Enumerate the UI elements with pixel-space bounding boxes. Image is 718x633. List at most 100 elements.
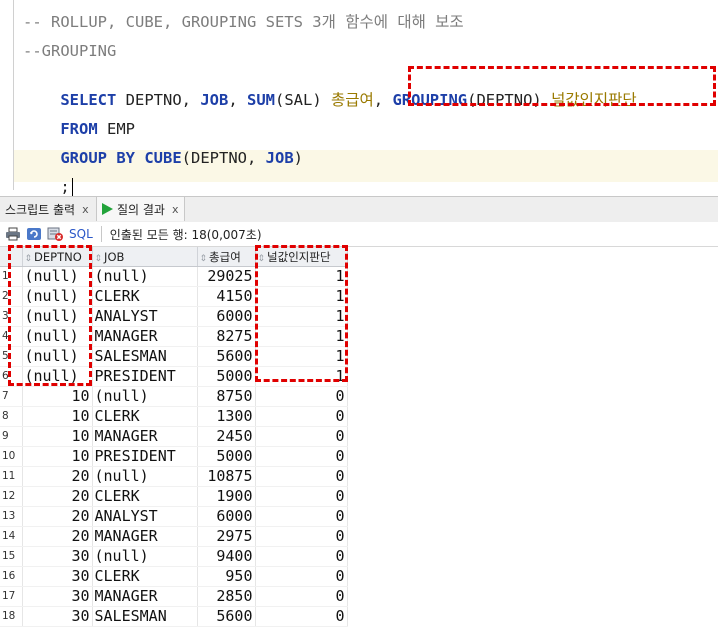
cell-total-salary[interactable]: 6000	[197, 506, 256, 527]
row-number[interactable]: 12	[0, 486, 23, 507]
cell-job[interactable]: (null)	[92, 466, 198, 487]
cell-deptno[interactable]: (null)	[22, 266, 93, 287]
cell-deptno[interactable]: 30	[22, 566, 93, 587]
cell-null-check[interactable]: 1	[255, 286, 348, 307]
cell-deptno[interactable]: 30	[22, 586, 93, 607]
cell-deptno[interactable]: 10	[22, 446, 93, 467]
table-row[interactable]: 1 (null) (null) 29025 1	[0, 266, 348, 287]
table-row[interactable]: 2 (null) CLERK 4150 1	[0, 286, 348, 307]
cell-null-check[interactable]: 0	[255, 526, 348, 547]
cell-deptno[interactable]: (null)	[22, 346, 93, 367]
cell-null-check[interactable]: 0	[255, 386, 348, 407]
table-row[interactable]: 10 10 PRESIDENT 5000 0	[0, 446, 348, 467]
cell-null-check[interactable]: 0	[255, 606, 348, 627]
cell-deptno[interactable]: 30	[22, 546, 93, 567]
table-row[interactable]: 11 20 (null) 10875 0	[0, 466, 348, 487]
tab-query-result[interactable]: 질의 결과 x	[96, 197, 185, 221]
row-number[interactable]: 6	[0, 366, 23, 387]
cell-job[interactable]: PRESIDENT	[92, 446, 198, 467]
table-row[interactable]: 13 20 ANALYST 6000 0	[0, 506, 348, 527]
cell-deptno[interactable]: (null)	[22, 286, 93, 307]
cell-job[interactable]: ANALYST	[92, 306, 198, 327]
cell-job[interactable]: (null)	[92, 386, 198, 407]
cell-deptno[interactable]: 10	[22, 426, 93, 447]
cell-deptno[interactable]: 20	[22, 526, 93, 547]
table-row[interactable]: 6 (null) PRESIDENT 5000 1	[0, 366, 348, 387]
cell-total-salary[interactable]: 2850	[197, 586, 256, 607]
cell-null-check[interactable]: 0	[255, 426, 348, 447]
table-row[interactable]: 8 10 CLERK 1300 0	[0, 406, 348, 427]
row-number[interactable]: 13	[0, 506, 23, 527]
row-number[interactable]: 17	[0, 586, 23, 607]
print-icon[interactable]	[5, 226, 21, 242]
cell-job[interactable]: MANAGER	[92, 586, 198, 607]
column-header-total-salary[interactable]: ⇕ 총급여	[197, 247, 256, 267]
cell-job[interactable]: MANAGER	[92, 526, 198, 547]
row-number[interactable]: 18	[0, 606, 23, 627]
cell-total-salary[interactable]: 10875	[197, 466, 256, 487]
cell-deptno[interactable]: 20	[22, 486, 93, 507]
cell-deptno[interactable]: (null)	[22, 306, 93, 327]
cell-null-check[interactable]: 0	[255, 446, 348, 467]
table-row[interactable]: 12 20 CLERK 1900 0	[0, 486, 348, 507]
cell-null-check[interactable]: 1	[255, 366, 348, 387]
row-number[interactable]: 15	[0, 546, 23, 567]
table-row[interactable]: 4 (null) MANAGER 8275 1	[0, 326, 348, 347]
cell-job[interactable]: (null)	[92, 546, 198, 567]
table-row[interactable]: 3 (null) ANALYST 6000 1	[0, 306, 348, 327]
row-number[interactable]: 1	[0, 266, 23, 287]
row-number[interactable]: 16	[0, 566, 23, 587]
cell-null-check[interactable]: 0	[255, 586, 348, 607]
cell-total-salary[interactable]: 6000	[197, 306, 256, 327]
sql-link[interactable]: SQL	[69, 227, 93, 241]
table-row[interactable]: 14 20 MANAGER 2975 0	[0, 526, 348, 547]
row-number[interactable]: 10	[0, 446, 23, 467]
cell-null-check[interactable]: 0	[255, 546, 348, 567]
cell-job[interactable]: CLERK	[92, 566, 198, 587]
sql-editor[interactable]: -- ROLLUP, CUBE, GROUPING SETS 3개 함수에 대해…	[0, 0, 718, 198]
row-number[interactable]: 9	[0, 426, 23, 447]
cell-job[interactable]: (null)	[92, 266, 198, 287]
column-header-null-check[interactable]: ⇕ 널값인지판단	[255, 247, 348, 267]
cell-deptno[interactable]: (null)	[22, 366, 93, 387]
cell-null-check[interactable]: 0	[255, 566, 348, 587]
cell-job[interactable]: ANALYST	[92, 506, 198, 527]
cell-job[interactable]: SALESMAN	[92, 606, 198, 627]
row-number[interactable]: 8	[0, 406, 23, 427]
column-header-job[interactable]: ⇕ JOB	[92, 247, 198, 267]
cell-job[interactable]: CLERK	[92, 286, 198, 307]
row-number[interactable]: 7	[0, 386, 23, 407]
cell-job[interactable]: MANAGER	[92, 326, 198, 347]
cell-null-check[interactable]: 1	[255, 346, 348, 367]
cell-total-salary[interactable]: 950	[197, 566, 256, 587]
cell-job[interactable]: PRESIDENT	[92, 366, 198, 387]
cancel-icon[interactable]	[47, 226, 63, 242]
table-row[interactable]: 17 30 MANAGER 2850 0	[0, 586, 348, 607]
cell-deptno[interactable]: 20	[22, 506, 93, 527]
cell-total-salary[interactable]: 4150	[197, 286, 256, 307]
cell-total-salary[interactable]: 5000	[197, 366, 256, 387]
table-row[interactable]: 5 (null) SALESMAN 5600 1	[0, 346, 348, 367]
cell-null-check[interactable]: 1	[255, 266, 348, 287]
row-number[interactable]: 11	[0, 466, 23, 487]
cell-total-salary[interactable]: 1900	[197, 486, 256, 507]
refresh-icon[interactable]	[26, 226, 42, 242]
close-icon[interactable]: x	[82, 203, 89, 216]
cell-deptno[interactable]: 30	[22, 606, 93, 627]
row-number[interactable]: 3	[0, 306, 23, 327]
cell-total-salary[interactable]: 9400	[197, 546, 256, 567]
cell-null-check[interactable]: 0	[255, 466, 348, 487]
table-row[interactable]: 18 30 SALESMAN 5600 0	[0, 606, 348, 627]
table-row[interactable]: 15 30 (null) 9400 0	[0, 546, 348, 567]
cell-job[interactable]: MANAGER	[92, 426, 198, 447]
table-row[interactable]: 7 10 (null) 8750 0	[0, 386, 348, 407]
cell-total-salary[interactable]: 5000	[197, 446, 256, 467]
cell-total-salary[interactable]: 1300	[197, 406, 256, 427]
cell-total-salary[interactable]: 8275	[197, 326, 256, 347]
row-number[interactable]: 2	[0, 286, 23, 307]
cell-job[interactable]: CLERK	[92, 406, 198, 427]
cell-deptno[interactable]: 10	[22, 406, 93, 427]
cell-total-salary[interactable]: 2450	[197, 426, 256, 447]
cell-total-salary[interactable]: 5600	[197, 346, 256, 367]
cell-total-salary[interactable]: 2975	[197, 526, 256, 547]
